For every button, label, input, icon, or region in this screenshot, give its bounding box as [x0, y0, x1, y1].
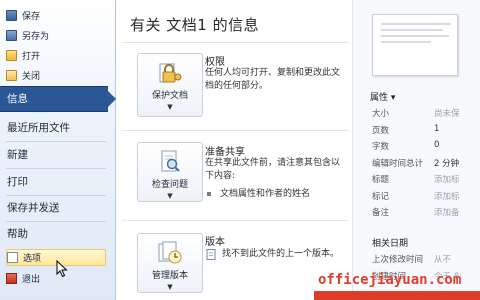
close-document-icon — [6, 70, 17, 81]
property-row-title[interactable]: 标题 添加标 — [372, 173, 480, 186]
chevron-down-icon: ▼ — [167, 283, 173, 291]
page-title: 有关 文档1 的信息 — [130, 16, 260, 34]
site-watermark: officejiayuan.com — [300, 270, 480, 300]
prepare-share-title: 准备共享 — [205, 147, 245, 158]
versions-icon — [158, 241, 182, 264]
section-divider — [122, 42, 348, 43]
backstage-view: 保存 另存为 打开 关闭 信息 最近所用文件 新建 打印 保存并发送 帮助 选项… — [0, 0, 480, 300]
nav-divider — [6, 141, 106, 142]
nav-item-info[interactable]: 信息 — [0, 86, 116, 112]
document-info-icon — [206, 249, 216, 260]
protect-document-button[interactable]: 保护文档 ▼ — [137, 53, 203, 117]
mouse-cursor-icon — [56, 260, 68, 278]
nav-divider — [6, 221, 106, 222]
section-divider — [122, 220, 348, 221]
options-icon — [7, 252, 18, 263]
save-menu-item[interactable]: 保存 — [6, 7, 106, 24]
close-menu-item[interactable]: 关闭 — [6, 67, 106, 84]
property-row-comments[interactable]: 备注 添加备 — [372, 206, 480, 219]
property-row: 字数 0 — [372, 140, 440, 152]
save-as-menu-item[interactable]: 另存为 — [6, 27, 106, 44]
check-issues-button[interactable]: 检查问题 ▼ — [137, 142, 203, 202]
nav-divider — [6, 195, 106, 196]
lock-key-icon — [159, 63, 182, 83]
prepare-share-desc: 在共享此文件前，请注意其包含以下内容: — [205, 158, 341, 181]
nav-item-recent[interactable]: 最近所用文件 — [7, 117, 107, 139]
permissions-title: 权限 — [205, 57, 225, 68]
versions-desc: 找不到此文件的上一个版本。 — [222, 249, 340, 259]
related-dates-header: 相关日期 — [372, 239, 409, 249]
exit-icon — [6, 273, 17, 284]
inspect-document-icon — [161, 150, 180, 172]
chevron-down-icon: ▼ — [167, 192, 173, 200]
property-row: 页数 1 — [372, 124, 440, 136]
bullet-icon — [207, 191, 211, 196]
nav-item-save-send[interactable]: 保存并发送 — [7, 197, 107, 219]
date-row: 上次修改时间 从不 — [372, 255, 452, 265]
nav-item-help[interactable]: 帮助 — [7, 223, 107, 245]
section-divider — [122, 130, 348, 131]
permissions-desc: 任何人均可打开、复制和更改此文档的任何部分。 — [205, 68, 341, 91]
nav-divider — [6, 168, 106, 169]
property-row-tags[interactable]: 标记 添加标 — [372, 190, 480, 203]
nav-item-new[interactable]: 新建 — [7, 144, 107, 166]
chevron-down-icon: ▼ — [167, 103, 173, 111]
open-menu-item[interactable]: 打开 — [6, 47, 106, 64]
folder-open-icon — [6, 50, 17, 61]
property-row: 大小 尚未保 — [372, 109, 460, 119]
nav-item-print[interactable]: 打印 — [7, 171, 107, 193]
document-thumbnail — [372, 14, 458, 76]
versions-title: 版本 — [205, 237, 225, 248]
manage-versions-button[interactable]: 管理版本 ▼ — [137, 233, 203, 293]
list-item: 文档属性和作者的姓名 — [207, 186, 310, 199]
property-row: 编辑时间总计 2 分钟 — [372, 159, 460, 169]
save-as-icon — [6, 30, 17, 41]
save-icon — [6, 10, 17, 21]
properties-dropdown[interactable]: 属性 ▾ — [370, 90, 395, 103]
